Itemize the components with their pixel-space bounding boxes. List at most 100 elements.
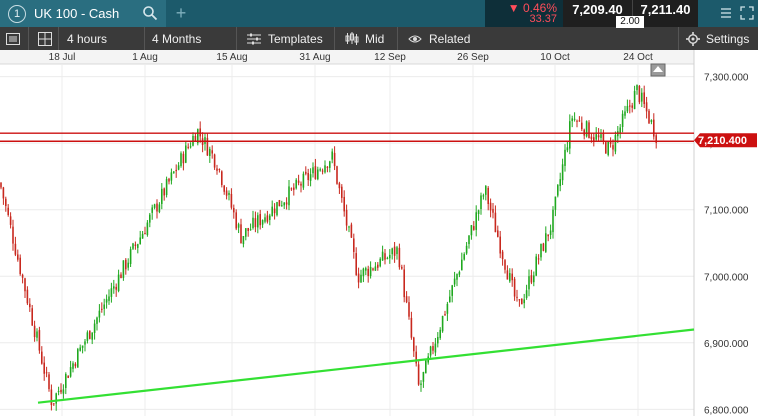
candle-body — [513, 278, 516, 297]
candle-body — [367, 268, 369, 277]
candle-body — [264, 217, 266, 222]
candle-body — [173, 171, 175, 173]
candle-body — [408, 302, 410, 317]
candle-body — [69, 367, 72, 377]
candle-body — [33, 325, 36, 338]
candle-body — [645, 102, 648, 112]
candle-body — [593, 137, 595, 141]
candle-body — [473, 226, 475, 230]
candle-body — [240, 224, 242, 244]
candle-body — [321, 170, 324, 172]
candle-body — [480, 195, 482, 210]
related-button[interactable]: Related — [408, 27, 470, 50]
candle-body — [439, 329, 441, 339]
toolbar-divider — [58, 27, 59, 50]
candle-body — [413, 337, 415, 352]
window-controls — [700, 0, 758, 27]
candle-body — [357, 273, 360, 283]
candle-body — [410, 317, 413, 338]
candle-body — [343, 196, 345, 212]
x-tick-label: 31 Aug — [299, 52, 330, 63]
candle-body — [446, 303, 449, 314]
layout-button[interactable] — [38, 27, 52, 50]
candle-body — [379, 258, 381, 267]
candle-body — [189, 146, 192, 148]
candle-body — [259, 214, 261, 226]
candle-body — [487, 187, 489, 204]
maximize-icon[interactable] — [740, 6, 754, 20]
expand-icon[interactable] — [720, 6, 732, 20]
candle-body — [396, 247, 398, 255]
candle-body — [389, 254, 391, 259]
candle-body — [333, 152, 336, 167]
candle-body — [5, 198, 7, 207]
candle-body — [509, 273, 511, 282]
y-tick-label: 7,300.000 — [704, 73, 749, 84]
candle-body — [441, 315, 444, 332]
price-type-button[interactable]: Mid — [345, 27, 384, 50]
change-points: 33.37 — [529, 13, 557, 25]
candle-body — [643, 92, 645, 105]
candle-body — [552, 209, 554, 233]
y-tick-label: 6,800.000 — [704, 405, 749, 416]
candle-body — [631, 105, 633, 108]
candle-body — [542, 243, 545, 251]
candle-body — [494, 212, 497, 233]
candle-body — [213, 154, 216, 168]
candle-body — [537, 258, 540, 260]
candle-body — [125, 259, 127, 270]
candle-body — [117, 274, 120, 292]
candle-body — [638, 85, 641, 103]
instrument-tab[interactable]: 1 UK 100 - Cash — [0, 0, 166, 27]
candle-body — [91, 332, 93, 340]
candle-body — [141, 233, 144, 239]
toolbar-divider — [236, 27, 237, 50]
candle-body — [249, 229, 252, 231]
candle-body — [144, 232, 146, 235]
candle-body — [641, 92, 643, 102]
candle-body — [588, 122, 590, 139]
candle-body — [134, 244, 137, 247]
menu-button[interactable] — [6, 27, 20, 50]
price-chart[interactable]: 18 Jul 1 Aug 15 Aug 31 Aug 12 Sep 26 Sep 10 Oc… — [0, 50, 758, 416]
search-icon[interactable] — [142, 5, 158, 21]
candle-body — [374, 266, 377, 271]
candle-body — [521, 298, 523, 305]
candle-body — [341, 186, 343, 198]
candle-body — [139, 237, 141, 244]
candle-body — [653, 119, 655, 137]
candle-body — [559, 179, 561, 187]
candle-body — [485, 186, 487, 195]
candle-body — [336, 166, 338, 184]
candle-body — [497, 230, 499, 237]
related-label: Related — [429, 31, 471, 46]
candle-body — [149, 214, 151, 223]
candle-body — [614, 134, 617, 152]
chart-toolbar: 4 hours 4 Months Templates Mid Related S… — [0, 27, 758, 50]
candle-body — [612, 145, 614, 150]
candle-body — [182, 153, 185, 164]
candle-body — [297, 180, 300, 183]
range-selector[interactable]: 4 Months — [152, 27, 201, 50]
toolbar-divider — [397, 27, 398, 50]
candle-body — [177, 165, 180, 170]
candle-body — [165, 179, 168, 196]
candle-body — [19, 257, 21, 275]
candle-body — [384, 253, 386, 260]
candle-body — [492, 208, 494, 213]
candle-body — [77, 349, 79, 368]
candle-body — [81, 345, 84, 348]
candle-body — [451, 285, 453, 296]
toolbar-divider — [28, 27, 29, 50]
candle-body — [48, 374, 50, 390]
interval-selector[interactable]: 4 hours — [67, 27, 107, 50]
chart-canvas[interactable]: 18 Jul 1 Aug 15 Aug 31 Aug 12 Sep 26 Sep 10 Oc… — [0, 50, 758, 416]
grid-layout-icon — [38, 31, 52, 46]
add-tab-button[interactable]: + — [166, 0, 196, 27]
candle-body — [516, 296, 518, 298]
settings-button[interactable]: Settings — [686, 27, 749, 50]
y-tick-label: 7,100.000 — [704, 206, 749, 217]
candle-body — [535, 256, 537, 276]
templates-button[interactable]: Templates — [247, 27, 323, 50]
candle-body — [187, 146, 189, 148]
